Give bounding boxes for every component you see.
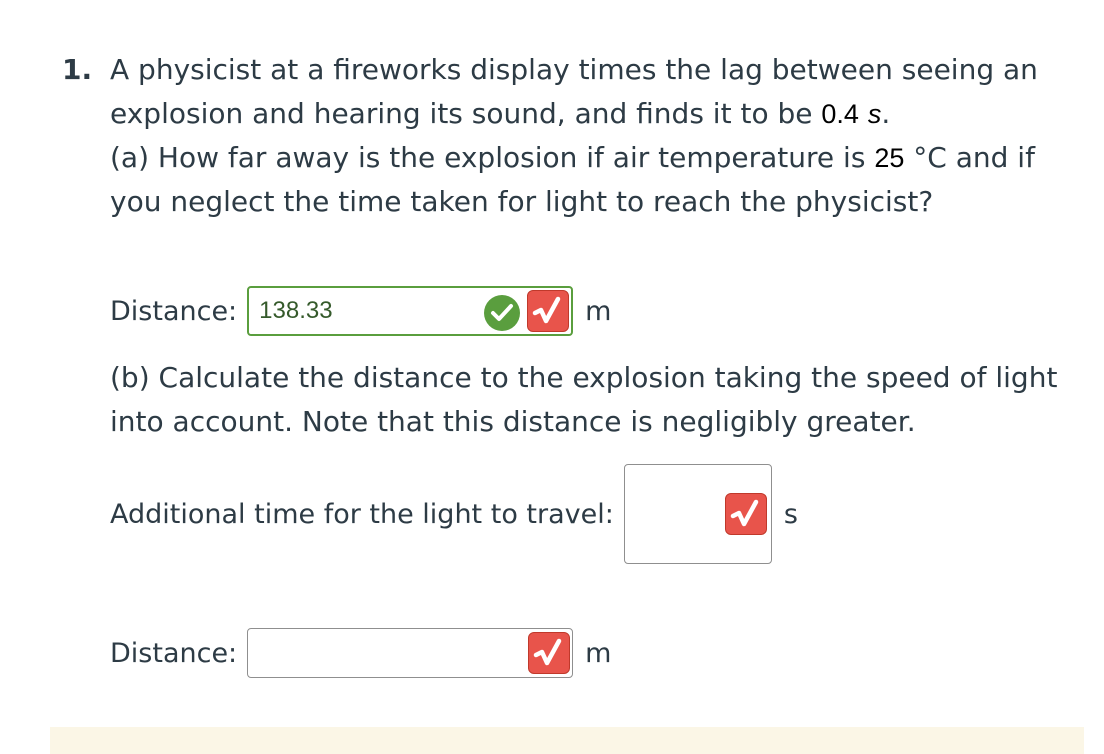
distance-b-label: Distance: bbox=[110, 637, 238, 669]
intro-end: . bbox=[881, 97, 891, 130]
square-root-button[interactable] bbox=[724, 493, 767, 535]
check-circle-icon bbox=[484, 295, 521, 331]
square-root-icon bbox=[532, 296, 561, 324]
square-root-button[interactable] bbox=[527, 290, 570, 332]
distance-a-label: Distance: bbox=[110, 295, 238, 327]
additional-time-row: Additional time for the light to travel:… bbox=[110, 464, 798, 564]
time-value: 0.4 bbox=[821, 99, 859, 129]
question-intro: A physicist at a fireworks display times… bbox=[110, 53, 1038, 130]
part-a-prompt: (a) How far away is the explosion if air… bbox=[110, 141, 866, 174]
question-text: A physicist at a fireworks display times… bbox=[110, 48, 1070, 224]
additional-time-unit: s bbox=[783, 498, 798, 530]
additional-time-field[interactable] bbox=[623, 464, 772, 564]
part-b-text: (b) Calculate the distance to the explos… bbox=[110, 361, 1058, 438]
question-number: 1. bbox=[62, 53, 93, 86]
distance-b-field[interactable] bbox=[247, 628, 574, 678]
part-b-prompt: (b) Calculate the distance to the explos… bbox=[110, 356, 1070, 444]
additional-time-input[interactable] bbox=[624, 465, 725, 563]
distance-a-field[interactable] bbox=[247, 286, 574, 336]
distance-a-input[interactable] bbox=[249, 288, 470, 334]
time-unit: s bbox=[867, 99, 882, 129]
additional-time-label: Additional time for the light to travel: bbox=[110, 498, 614, 530]
distance-b-input[interactable] bbox=[248, 629, 469, 677]
distance-a-unit: m bbox=[585, 295, 612, 327]
distance-b-unit: m bbox=[585, 637, 612, 669]
footer-bar bbox=[50, 727, 1084, 754]
distance-b-row: Distance: m bbox=[110, 628, 611, 678]
square-root-button[interactable] bbox=[528, 632, 571, 674]
temp-value: 25 bbox=[874, 143, 905, 173]
square-root-icon bbox=[533, 638, 562, 666]
part-a-answer-row: Distance: m bbox=[110, 286, 611, 336]
square-root-icon bbox=[730, 499, 759, 527]
